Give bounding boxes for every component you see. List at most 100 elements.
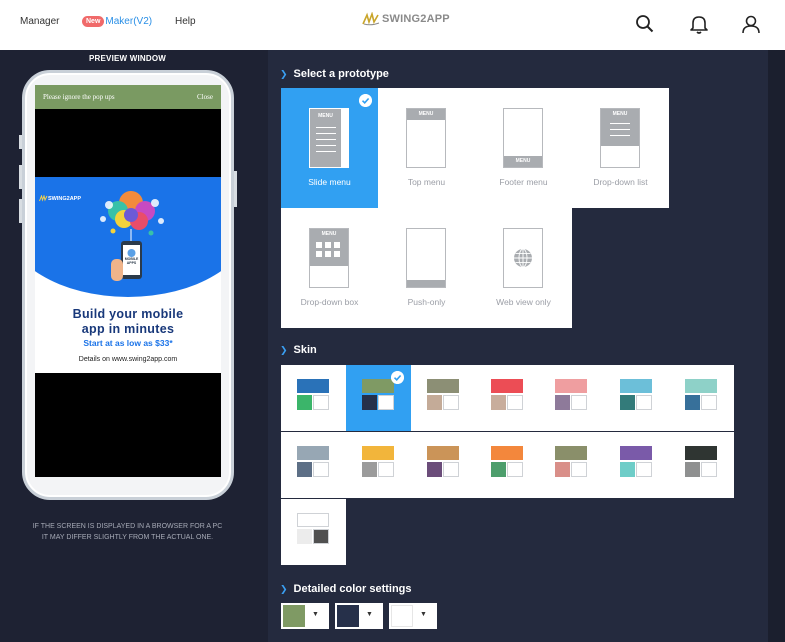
skin-option[interactable]	[475, 365, 540, 431]
skin-swatch-left	[685, 395, 700, 410]
menu-band: MENU	[310, 229, 348, 266]
menu-text: MENU	[612, 111, 628, 117]
skin-option[interactable]	[604, 432, 669, 498]
dropdown-list-icon: MENU	[600, 108, 640, 168]
scroll-gutter[interactable]	[768, 50, 785, 642]
skin-swatch-top	[620, 446, 652, 460]
skin-option[interactable]	[346, 365, 411, 431]
prototype-top-menu[interactable]: MENU Top menu	[378, 88, 475, 208]
nav-maker[interactable]: New Maker(V2)	[82, 16, 152, 27]
prototype-label: Slide menu	[308, 177, 351, 187]
push-band	[407, 280, 445, 287]
skin-option[interactable]	[475, 432, 540, 498]
prototype-footer-menu[interactable]: MENU Footer menu	[475, 88, 572, 208]
skin-swatch-top	[297, 446, 329, 460]
skin-swatch-left	[491, 395, 506, 410]
skin-option[interactable]	[281, 499, 346, 565]
ad-banner[interactable]: SWING2APP MOBILE APPS Build your mobile …	[35, 177, 221, 373]
skin-option[interactable]	[539, 432, 604, 498]
skin-swatch-top	[427, 379, 459, 393]
skin-option[interactable]	[281, 432, 346, 498]
search-icon[interactable]	[634, 13, 656, 35]
ad-details: Details on www.swing2app.com	[78, 356, 178, 363]
prototype-dropdown-box[interactable]: MENU Drop-down box	[281, 208, 378, 328]
prototype-label: Drop-down list	[593, 177, 648, 187]
phone-mockup: Please ignore the pop ups Close SWING2AP…	[19, 70, 237, 500]
detailed-color-section-title: ❯ Detailed color settings	[280, 583, 412, 595]
skin-swatch-left	[555, 462, 570, 477]
web-view-icon	[503, 228, 543, 288]
skin-option[interactable]	[604, 365, 669, 431]
nav-help[interactable]: Help	[175, 16, 196, 27]
nav-manager[interactable]: Manager	[20, 16, 59, 27]
skin-swatch-top	[491, 446, 523, 460]
menu-text: MENU	[321, 231, 337, 237]
skin-option[interactable]	[669, 432, 734, 498]
color-swatch	[337, 605, 359, 627]
prototype-slide-menu[interactable]: MENU Slide menu	[281, 88, 378, 208]
skin-swatch-left	[620, 395, 635, 410]
new-badge: New	[82, 16, 105, 27]
skin-swatch-left	[685, 462, 700, 477]
color-picker-secondary[interactable]: ▼	[335, 603, 383, 629]
push-only-icon	[406, 228, 446, 288]
skin-section-title: ❯ Skin	[280, 344, 317, 356]
skin-swatch-left	[362, 462, 377, 477]
skin-section-label: Skin	[293, 344, 317, 356]
skin-option[interactable]	[669, 365, 734, 431]
preview-window-title: PREVIEW WINDOW	[88, 54, 167, 63]
preview-note: IF THE SCREEN IS DISPLAYED IN A BROWSER …	[0, 521, 255, 543]
color-picker-tertiary[interactable]: ▼	[389, 603, 437, 629]
phone-side-button	[19, 199, 22, 223]
popup-close-button[interactable]: Close	[197, 93, 213, 101]
skin-option[interactable]	[411, 365, 476, 431]
caret-down-icon: ▼	[420, 611, 427, 618]
skin-swatch-top	[685, 379, 717, 393]
preview-panel: PREVIEW WINDOW Please ignore the pop ups…	[0, 50, 255, 642]
preview-note-line-1: IF THE SCREEN IS DISPLAYED IN A BROWSER …	[32, 523, 223, 530]
prototype-web-view-only[interactable]: Web view only	[475, 208, 572, 328]
skin-swatch-left	[297, 529, 312, 544]
skin-swatch-top	[685, 446, 717, 460]
globe-icon	[514, 248, 532, 268]
ad-price: Start at as low as $33*	[83, 338, 173, 348]
skin-swatch-right	[443, 462, 459, 477]
skin-option[interactable]	[346, 432, 411, 498]
cloud-app-illustration-icon	[100, 191, 164, 281]
slide-menu-panel: MENU	[310, 109, 342, 167]
prototype-dropdown-list[interactable]: MENU Drop-down list	[572, 88, 669, 208]
skin-swatch-left	[427, 395, 442, 410]
skin-swatch-top	[620, 379, 652, 393]
prototype-label: Footer menu	[499, 177, 548, 187]
user-icon[interactable]	[740, 13, 762, 35]
color-picker-primary[interactable]: ▼	[281, 603, 329, 629]
skin-swatch-right	[443, 395, 459, 410]
ad-logo: SWING2APP	[39, 195, 81, 202]
bell-icon[interactable]	[688, 13, 710, 35]
skin-swatch-right	[636, 395, 652, 410]
menu-text: MENU	[318, 113, 333, 119]
skin-swatch-left	[362, 395, 377, 410]
skin-swatch-right	[313, 395, 329, 410]
skin-swatch-right	[313, 462, 329, 477]
ad-title-line-2: app in minutes	[81, 322, 175, 336]
skin-option[interactable]	[539, 365, 604, 431]
skin-swatch-right	[507, 462, 523, 477]
skin-option[interactable]	[411, 432, 476, 498]
logo-text: SWING2APP	[382, 13, 450, 25]
skin-swatch-top	[362, 379, 394, 393]
prototype-section-title: ❯ Select a prototype	[280, 68, 389, 80]
skin-swatch-top	[427, 446, 459, 460]
chevron-right-icon: ❯	[280, 344, 288, 355]
skin-swatch-right	[378, 462, 394, 477]
phone-side-button	[19, 165, 22, 189]
skin-swatch-top	[491, 379, 523, 393]
prototype-push-only[interactable]: Push-only	[378, 208, 475, 328]
ad-logo-text: SWING2APP	[48, 195, 82, 202]
logo[interactable]: SWING2APP	[362, 12, 450, 26]
skin-option[interactable]	[281, 365, 346, 431]
slide-menu-icon: MENU	[309, 108, 349, 168]
skin-swatch-right	[571, 395, 587, 410]
preview-note-line-2: IT MAY DIFFER SLIGHTLY FROM THE ACTUAL O…	[41, 534, 214, 541]
prototype-label: Web view only	[496, 297, 551, 307]
